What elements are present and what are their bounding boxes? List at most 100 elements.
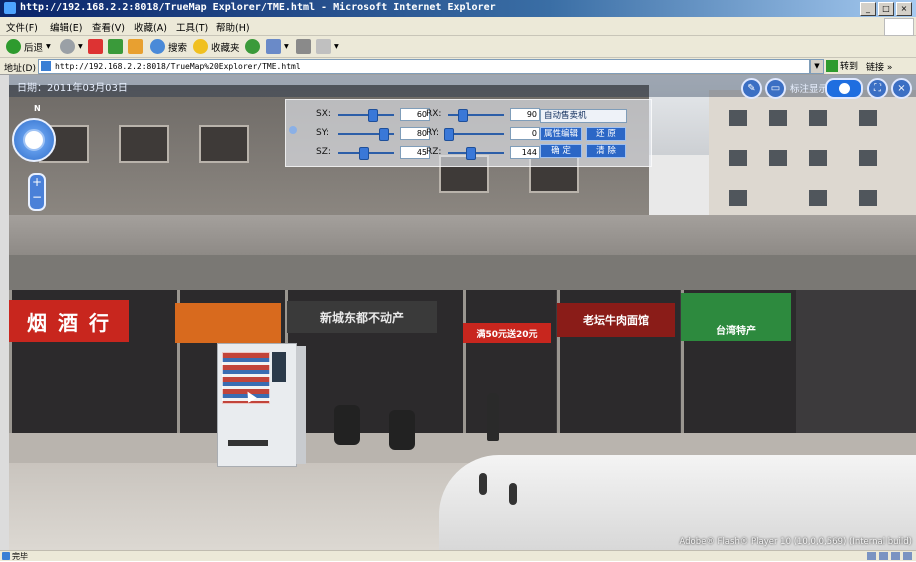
links-button[interactable]: 链接 » <box>866 60 892 73</box>
car-handle <box>479 473 487 495</box>
menu-edit[interactable]: 编辑(E) <box>50 20 82 34</box>
slider-knob[interactable] <box>378 128 389 141</box>
slider-rz[interactable]: RZ: 144 <box>426 146 546 160</box>
slider-knob[interactable] <box>444 128 454 141</box>
system-tray <box>867 552 912 560</box>
menu-tools[interactable]: 工具(T) <box>176 20 208 34</box>
restore-button[interactable]: 还 原 <box>586 127 626 141</box>
shop-sign-realestate: 新城东都不动产 <box>287 301 437 333</box>
street-view[interactable]: 烟 酒 行 新城东都不动产 满50元送20元 老坛牛肉面馆 台湾特产 日期：20… <box>9 75 916 550</box>
zoom-in-button[interactable]: + <box>30 175 44 190</box>
window <box>769 110 787 126</box>
slider-sy[interactable]: SY: 80 <box>316 127 436 141</box>
model-adjust-panel: SX: 60 SY: 80 SZ: 45 RX: 90 RY: 0 RZ: 14… <box>285 99 652 167</box>
menu-favorites[interactable]: 收藏(A) <box>134 20 167 34</box>
refresh-icon <box>108 39 123 54</box>
go-label: 转到 <box>840 62 859 72</box>
menu-help[interactable]: 帮助(H) <box>216 20 250 34</box>
flash-player-note: Adobe® Flash® Player 10 (10,0,0,569) (In… <box>679 537 912 547</box>
shop-sign-sale: 满50元送20元 <box>463 323 551 343</box>
confirm-button[interactable]: 确 定 <box>540 144 582 158</box>
ie-icon <box>4 2 16 14</box>
search-button[interactable]: 搜索 <box>150 38 187 55</box>
address-dropdown[interactable]: ▼ <box>810 59 824 74</box>
status-text: 完毕 <box>12 552 28 561</box>
back-button[interactable]: 后退 ▾ <box>6 38 51 55</box>
slider-knob[interactable] <box>367 109 378 122</box>
slider-sz[interactable]: SZ: 45 <box>316 146 436 160</box>
mail-button[interactable]: ▾ <box>266 38 289 55</box>
slider-value[interactable]: 90 <box>510 108 540 121</box>
slider-value[interactable]: 0 <box>510 127 540 140</box>
windows-logo-icon <box>884 18 914 36</box>
measure-tool-icon[interactable]: ✎ <box>741 78 762 99</box>
clear-button[interactable]: 清 除 <box>586 144 626 158</box>
window <box>859 150 877 166</box>
motorcycle <box>389 410 415 450</box>
slider-knob[interactable] <box>466 147 477 160</box>
favorites-label: 收藏夹 <box>211 42 240 54</box>
navigation-compass[interactable] <box>12 118 56 162</box>
search-icon <box>150 39 165 54</box>
go-button[interactable]: 转到 <box>826 59 858 72</box>
history-button[interactable] <box>245 38 260 55</box>
facade <box>9 215 916 255</box>
window <box>809 110 827 126</box>
window <box>859 190 877 206</box>
toolbar: 后退 ▾ ▾ 搜索 收藏夹 ▾ ▾ <box>0 36 916 58</box>
home-button[interactable] <box>128 38 143 55</box>
motorcycle <box>334 405 360 445</box>
window <box>809 190 827 206</box>
slider-label: RY: <box>426 128 440 138</box>
tray-icon <box>891 552 900 560</box>
edit-page-button[interactable]: ▾ <box>316 38 339 55</box>
capture-date: 日期：2011年03月03日 <box>17 83 128 94</box>
zoom-control[interactable]: + − <box>28 173 46 211</box>
maximize-button[interactable]: □ <box>878 2 894 16</box>
address-input[interactable]: http://192.168.2.2:8018/TrueMap%20Explor… <box>38 59 810 74</box>
edit-properties-button[interactable]: 属性编辑 <box>540 127 582 141</box>
label-display-text: 标注显示 <box>790 84 829 95</box>
print-button[interactable] <box>296 38 311 55</box>
fullscreen-icon[interactable]: ⛶ <box>867 78 888 99</box>
ruler-tool-icon[interactable]: ▭ <box>765 78 786 99</box>
document-icon <box>316 39 331 54</box>
shop-sign-orange <box>175 303 281 343</box>
stop-icon <box>88 39 103 54</box>
tray-icon <box>879 552 888 560</box>
vending-display <box>272 352 286 382</box>
vending-side <box>296 346 306 464</box>
model-select[interactable]: 自动售卖机 <box>540 109 627 123</box>
window <box>729 150 747 166</box>
window-title: http://192.168.2.2:8018/TrueMap Explorer… <box>20 2 496 13</box>
label-display-toggle[interactable] <box>825 78 863 99</box>
shop <box>463 290 556 435</box>
facade-lower <box>9 255 916 295</box>
menu-view[interactable]: 查看(V) <box>92 20 125 34</box>
slider-track <box>338 114 394 116</box>
favorites-button[interactable]: 收藏夹 <box>193 38 240 55</box>
refresh-button[interactable] <box>108 38 123 55</box>
minimize-button[interactable]: _ <box>860 2 876 16</box>
building-right <box>709 90 916 230</box>
car-handle <box>509 483 517 505</box>
close-button[interactable]: × <box>896 2 912 16</box>
stop-button[interactable] <box>88 38 103 55</box>
slider-value[interactable]: 144 <box>510 146 540 159</box>
vending-machine-model[interactable] <box>217 343 306 467</box>
pin-icon[interactable] <box>289 126 297 134</box>
viewer-top-bar: 日期：2011年03月03日 ✎ ▭ 标注显示 ⛶ × <box>9 75 916 99</box>
slider-ry[interactable]: RY: 0 <box>426 127 546 141</box>
slider-rx[interactable]: RX: 90 <box>426 108 546 122</box>
menu-file[interactable]: 文件(F) <box>6 20 38 34</box>
links-label: 链接 <box>866 63 885 73</box>
slider-knob[interactable] <box>359 147 370 160</box>
zoom-out-button[interactable]: − <box>30 190 44 205</box>
slider-sx[interactable]: SX: 60 <box>316 108 436 122</box>
slider-knob[interactable] <box>458 109 468 122</box>
forward-button[interactable]: ▾ <box>60 38 83 55</box>
window <box>859 110 877 126</box>
window <box>119 125 169 163</box>
print-icon <box>296 39 311 54</box>
close-viewer-icon[interactable]: × <box>891 78 912 99</box>
